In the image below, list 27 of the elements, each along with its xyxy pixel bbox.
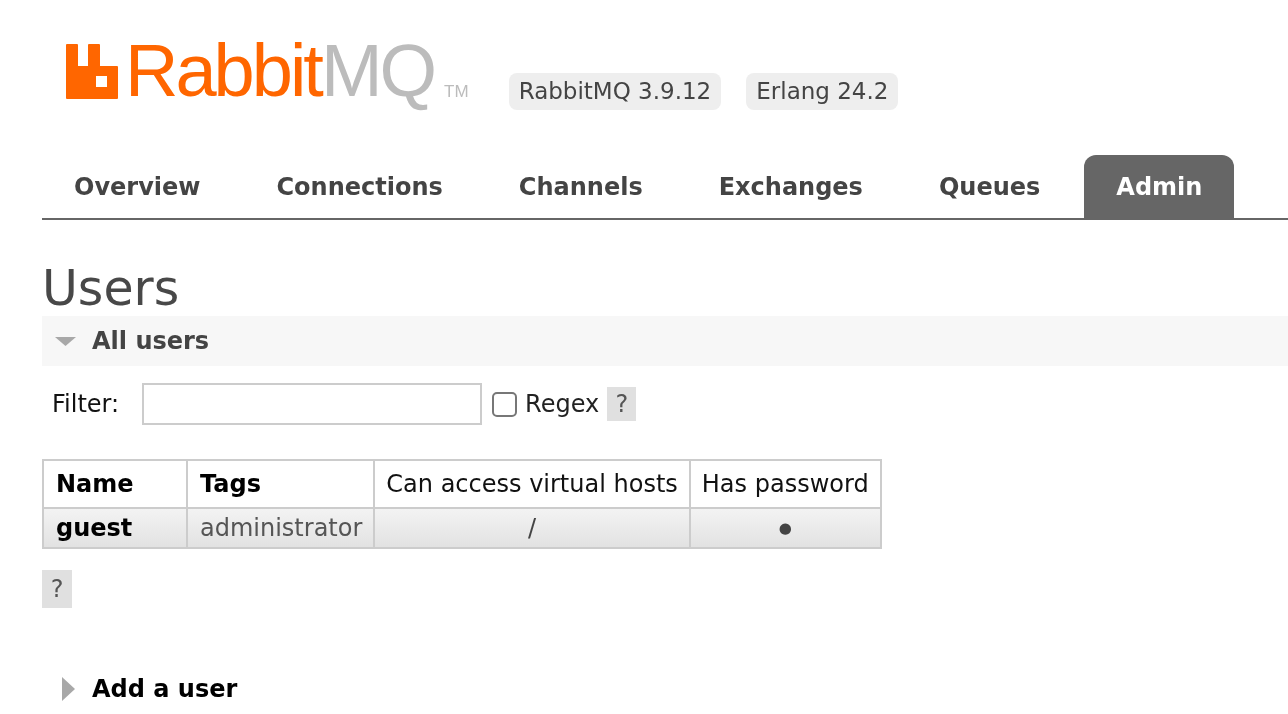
version-badge: Erlang 24.2 <box>746 73 899 110</box>
column-header: Name <box>43 460 187 508</box>
column-header: Tags <box>187 460 375 508</box>
nav-tab[interactable]: Admin <box>1084 155 1235 218</box>
logo-icon <box>66 44 118 99</box>
page-title: Users <box>42 264 180 313</box>
version-badge: RabbitMQ 3.9.12 <box>508 73 722 110</box>
nav-tab[interactable]: Queues <box>906 155 1073 218</box>
section-toggle[interactable]: Add a user <box>42 667 246 711</box>
table-cell: administrator <box>187 508 375 548</box>
table-cell: ● <box>689 508 881 548</box>
filter-label: Filter: <box>52 390 120 418</box>
nav-tab[interactable]: Exchanges <box>686 155 895 218</box>
table-cell: / <box>374 508 690 548</box>
column-header: Has password <box>689 460 881 508</box>
regex-checkbox[interactable] <box>492 391 518 417</box>
help-button[interactable]: ? <box>607 387 637 421</box>
nav-tab[interactable]: Overview <box>42 155 233 218</box>
help-button[interactable]: ? <box>42 570 72 608</box>
section-toggle[interactable]: All users <box>42 316 1288 366</box>
regex-label: Regex <box>525 390 600 418</box>
filter-field[interactable] <box>142 383 483 425</box>
nav-tab[interactable]: Connections <box>244 155 475 218</box>
trademark-label: TM <box>444 83 469 100</box>
column-header: Can access virtual hosts <box>374 460 690 508</box>
nav-tab[interactable]: Channels <box>486 155 675 218</box>
table-cell: guest <box>43 508 187 548</box>
